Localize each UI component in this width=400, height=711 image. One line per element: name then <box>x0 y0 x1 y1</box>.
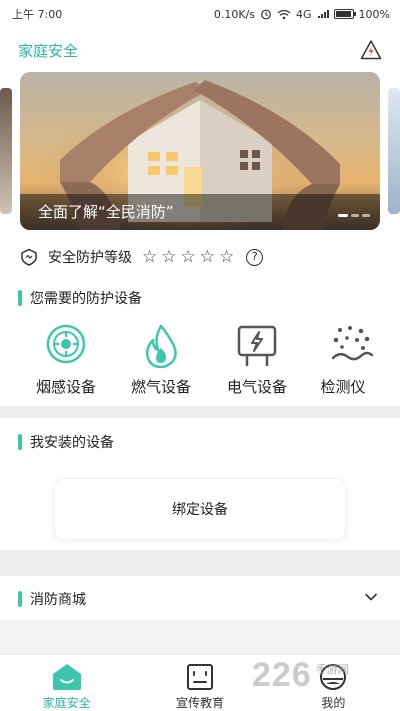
safety-level-row: 安全防护等级 ☆ ☆ ☆ ☆ ☆ ? <box>0 242 400 272</box>
star-empty-icon: ☆ <box>199 246 215 267</box>
device-detector[interactable]: 检测仪 <box>304 324 400 397</box>
chevron-down-icon[interactable] <box>364 590 378 604</box>
section-title: 我安装的设备 <box>30 435 114 451</box>
installed-devices-section: 我安装的设备 绑定设备 <box>0 418 400 550</box>
device-label: 检测仪 <box>320 378 366 396</box>
installed-devices-header: 我安装的设备 <box>18 432 114 452</box>
section-accent-bar <box>18 591 22 607</box>
status-right: 0.10K/s 4G 100% <box>214 8 390 21</box>
flame-icon <box>145 324 177 368</box>
banner-carousel[interactable]: 全面了解“全民消防” <box>20 72 380 230</box>
nav-label: 家庭安全 <box>42 696 91 710</box>
carousel-dot[interactable] <box>351 214 359 217</box>
warning-triangle-icon[interactable] <box>360 39 382 61</box>
star-empty-icon: ☆ <box>219 246 235 267</box>
banner-prev-peek[interactable] <box>0 88 12 214</box>
banner-caption: 全面了解“全民消防” <box>20 194 380 230</box>
smoke-detector-icon <box>46 324 86 364</box>
nav-label: 宣传教育 <box>175 696 224 710</box>
section-accent-bar <box>18 434 22 450</box>
bottom-navigation: 家庭安全 宣传教育 我的 <box>0 654 400 711</box>
nav-label: 我的 <box>321 696 346 710</box>
device-category-list: 烟感设备 燃气设备 电气设备 检测仪 <box>0 324 400 404</box>
network-type: 4G <box>296 7 312 21</box>
shop-section[interactable]: 消防商城 <box>0 576 400 620</box>
nav-home-safety[interactable]: 家庭安全 <box>0 655 133 711</box>
app-header: 家庭安全 <box>0 28 400 72</box>
shop-header: 消防商城 <box>18 589 86 609</box>
education-board-icon <box>186 664 213 690</box>
alarm-icon <box>261 9 271 20</box>
carousel-dot[interactable] <box>362 214 370 217</box>
battery-icon <box>333 9 356 19</box>
device-label: 电气设备 <box>226 378 287 396</box>
page-title: 家庭安全 <box>18 41 79 60</box>
question-circle-icon[interactable]: ? <box>246 248 264 266</box>
device-label: 烟感设备 <box>35 378 96 396</box>
device-electric[interactable]: 电气设备 <box>209 324 305 397</box>
needed-devices-header: 您需要的防护设备 <box>18 288 142 308</box>
section-title: 您需要的防护设备 <box>30 291 142 307</box>
shield-icon <box>21 248 37 266</box>
nav-education[interactable]: 宣传教育 <box>133 655 266 711</box>
section-accent-bar <box>18 290 22 306</box>
app-screen: 上午 7:00 0.10K/s 4G 100% 家庭安全 全面了解“全民消防” … <box>0 0 400 711</box>
electric-board-icon <box>237 325 277 366</box>
carousel-dot[interactable] <box>338 214 348 217</box>
nav-profile[interactable]: 我的 <box>267 655 400 711</box>
safety-level-label: 安全防护等级 <box>48 250 132 266</box>
star-empty-icon: ☆ <box>180 246 196 267</box>
banner-next-peek[interactable] <box>388 88 400 214</box>
battery-level: 100% <box>358 7 390 21</box>
safety-rating-stars: ☆ ☆ ☆ ☆ ☆ <box>142 246 235 267</box>
needed-devices-section: 您需要的防护设备 烟感设备 燃气设备 电气设备 检测仪 <box>0 272 400 406</box>
star-empty-icon: ☆ <box>142 246 158 267</box>
section-divider <box>0 550 400 576</box>
particle-detector-icon <box>331 326 374 361</box>
section-title: 消防商城 <box>30 592 86 608</box>
device-smoke[interactable]: 烟感设备 <box>18 324 114 397</box>
device-label: 燃气设备 <box>130 378 191 396</box>
bind-device-button[interactable]: 绑定设备 <box>54 478 346 540</box>
wifi-icon <box>277 9 291 19</box>
network-speed: 0.10K/s <box>213 7 256 21</box>
status-bar: 上午 7:00 0.10K/s 4G 100% <box>0 0 400 28</box>
carousel-indicator <box>338 214 370 217</box>
star-empty-icon: ☆ <box>161 246 177 267</box>
section-divider <box>0 406 400 418</box>
device-gas[interactable]: 燃气设备 <box>113 324 209 397</box>
home-shield-icon <box>52 664 81 690</box>
signal-icon <box>317 10 329 18</box>
profile-icon <box>320 664 347 690</box>
status-time: 上午 7:00 <box>12 8 63 21</box>
